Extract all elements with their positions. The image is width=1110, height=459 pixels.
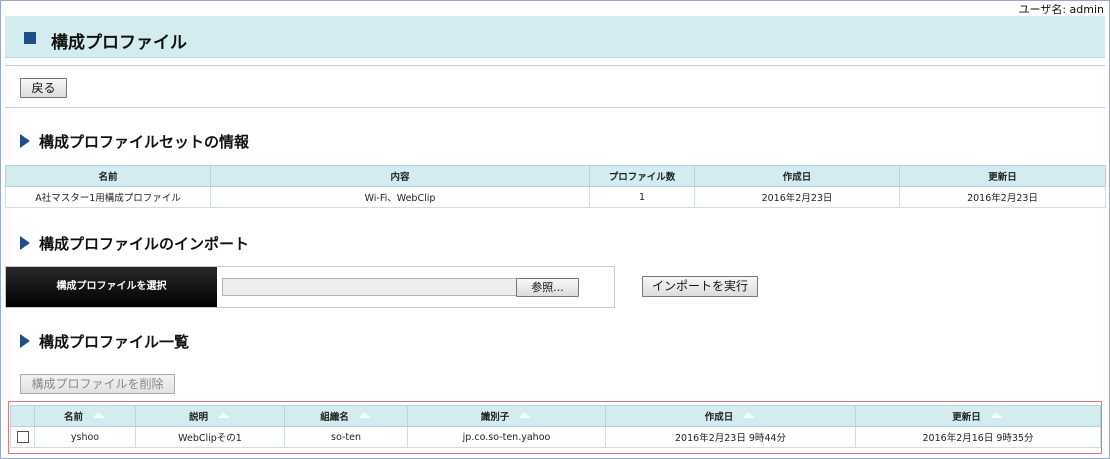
sort-icon[interactable] (518, 412, 532, 420)
set-info-table: 名前 内容 プロファイル数 作成日 更新日 A社マスター1用構成プロファイル W… (5, 165, 1106, 208)
column-header-label: 識別子 (480, 412, 510, 423)
table-cell: WebClipその1 (135, 426, 285, 448)
section-title-import: 構成プロファイルのインポート (20, 233, 249, 254)
sort-icon[interactable] (358, 412, 372, 420)
table-cell: 2016年2月23日 (899, 186, 1106, 208)
section-title-set-info: 構成プロファイルセットの情報 (20, 131, 249, 152)
table-cell: 2016年2月23日 9時44分 (605, 426, 856, 448)
import-execute-button[interactable]: インポートを実行 (642, 276, 758, 297)
table-cell: 1 (589, 186, 695, 208)
import-panel: 構成プロファイルを選択 参照... (5, 266, 615, 308)
table-header-row: 名前 内容 プロファイル数 作成日 更新日 (5, 165, 1106, 187)
column-header-description[interactable]: 説明 (135, 405, 285, 427)
column-header: 作成日 (694, 165, 900, 187)
column-header-organization[interactable]: 組織名 (284, 405, 408, 427)
file-path-input[interactable] (222, 278, 519, 296)
column-header-label: 組織名 (320, 412, 349, 423)
sort-icon[interactable] (990, 412, 1004, 420)
page-header: 構成プロファイル (5, 16, 1105, 58)
sort-icon[interactable] (742, 412, 756, 420)
column-header-identifier[interactable]: 識別子 (407, 405, 606, 427)
divider (5, 65, 1105, 66)
user-name: ユーザ名: admin (1018, 3, 1104, 16)
column-header-label: 説明 (188, 412, 208, 423)
divider (5, 107, 1105, 108)
table-cell: 2016年2月23日 (694, 186, 900, 208)
column-header-created[interactable]: 作成日 (605, 405, 856, 427)
delete-profile-button[interactable]: 構成プロファイルを削除 (20, 374, 175, 394)
column-header: 名前 (5, 165, 211, 187)
section-title-text: 構成プロファイル一覧 (39, 333, 190, 351)
table-cell: 2016年2月16日 9時35分 (855, 426, 1101, 448)
triangle-right-icon (20, 134, 30, 148)
column-header-name[interactable]: 名前 (34, 405, 136, 427)
select-profile-label: 構成プロファイルを選択 (6, 267, 217, 307)
page-title: 構成プロファイル (51, 33, 187, 53)
column-header-updated[interactable]: 更新日 (855, 405, 1101, 427)
column-header: 内容 (210, 165, 590, 187)
row-select-cell (10, 426, 35, 448)
table-cell: yshoo (34, 426, 136, 448)
profile-list-table: 名前 説明 組織名 識別子 作成日 更新日 yshoo WebClipその1 s… (10, 405, 1101, 448)
square-icon (24, 32, 36, 44)
select-column-header (10, 405, 35, 427)
table-cell: Wi-Fi、WebClip (210, 186, 590, 208)
table-row[interactable]: yshoo WebClipその1 so-ten jp.co.so-ten.yah… (10, 426, 1101, 448)
section-title-text: 構成プロファイルセットの情報 (39, 133, 250, 151)
checkbox-icon[interactable] (16, 431, 29, 443)
table-cell: so-ten (284, 426, 408, 448)
triangle-right-icon (20, 334, 30, 348)
sort-icon[interactable] (92, 412, 106, 420)
back-button[interactable]: 戻る (20, 78, 67, 98)
table-cell: A社マスター1用構成プロファイル (5, 186, 211, 208)
column-header-label: 更新日 (952, 412, 981, 423)
table-header-row: 名前 説明 組織名 識別子 作成日 更新日 (10, 405, 1101, 427)
section-title-text: 構成プロファイルのインポート (39, 235, 250, 253)
column-header: プロファイル数 (589, 165, 695, 187)
sort-icon[interactable] (217, 412, 231, 420)
table-row: A社マスター1用構成プロファイル Wi-Fi、WebClip 1 2016年2月… (5, 186, 1106, 208)
browse-button[interactable]: 参照... (516, 278, 579, 297)
column-header: 更新日 (899, 165, 1106, 187)
section-title-list: 構成プロファイル一覧 (20, 331, 189, 352)
table-cell: jp.co.so-ten.yahoo (407, 426, 606, 448)
column-header-label: 名前 (63, 412, 83, 423)
column-header-label: 作成日 (704, 412, 734, 423)
triangle-right-icon (20, 236, 30, 250)
